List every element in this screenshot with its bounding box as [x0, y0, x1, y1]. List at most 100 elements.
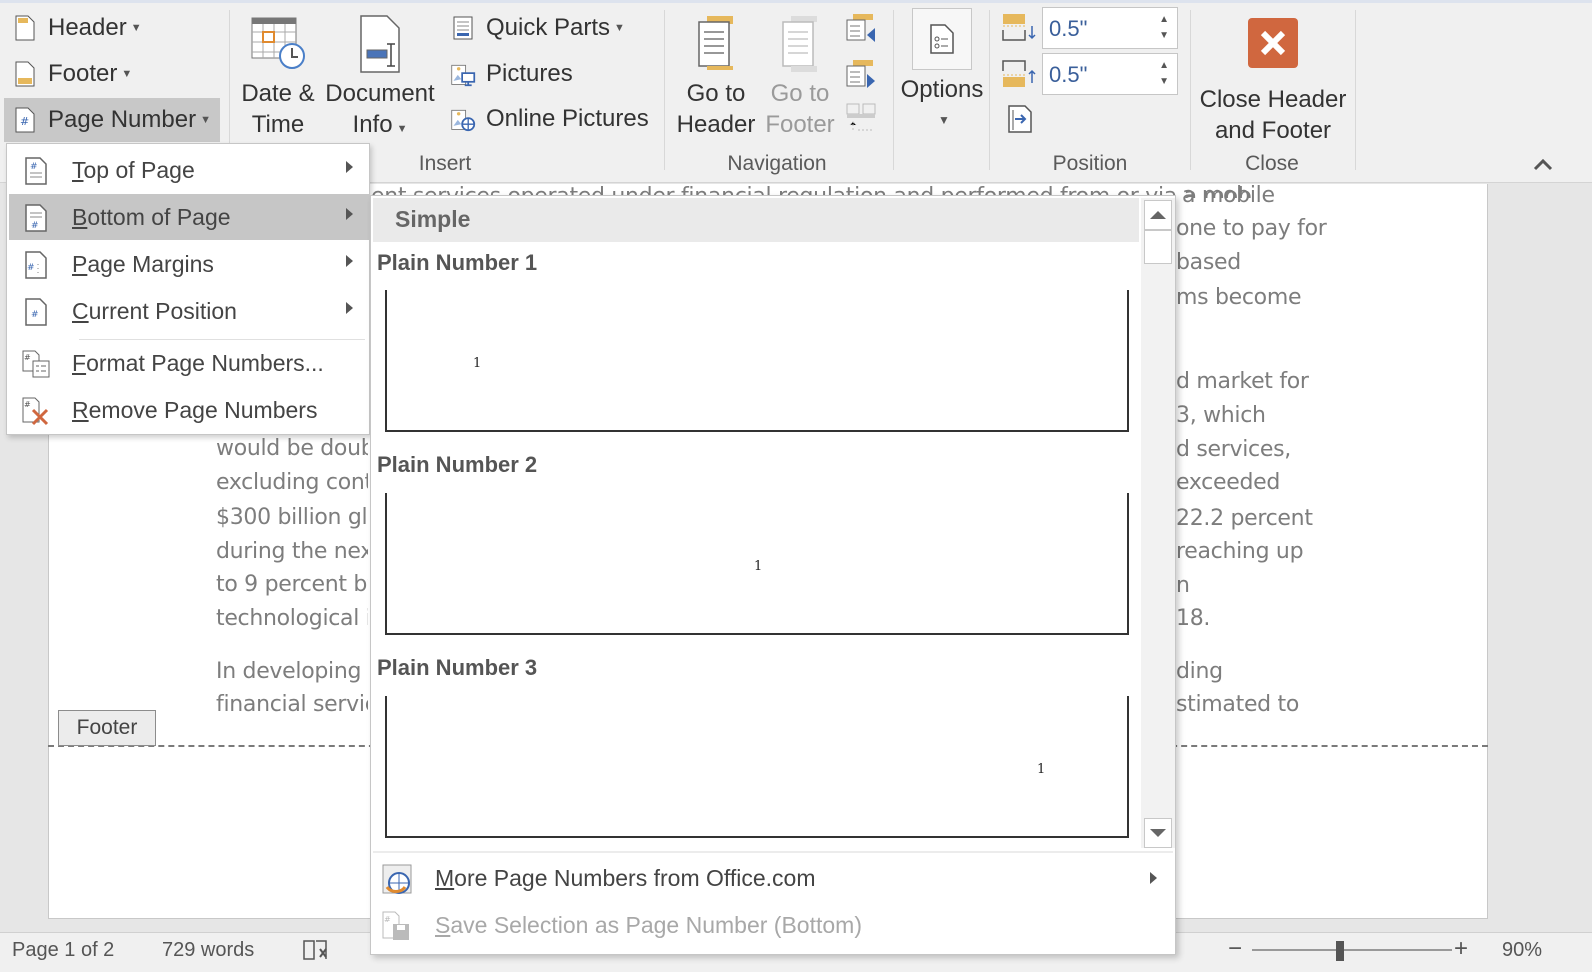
footer-area-tag: Footer	[58, 710, 156, 746]
svg-text:#: #	[20, 115, 29, 128]
footer-from-bottom-input[interactable]: 0.5" ▲ ▼	[1042, 53, 1178, 95]
next-section-button[interactable]	[845, 58, 879, 95]
header-button[interactable]: Header ▼	[4, 9, 150, 47]
more-page-numbers-from-office-button[interactable]: More Page Numbers from Office.com	[373, 855, 1173, 901]
page-number-preview: 1	[1037, 762, 1046, 777]
online-pictures-label: Online Pictures	[486, 105, 649, 132]
go-to-header-label-line1: Go to	[686, 80, 746, 107]
pictures-icon	[450, 60, 476, 88]
gallery-scrollbar[interactable]	[1141, 198, 1175, 848]
close-header-footer-label-line2: and Footer	[1214, 117, 1332, 144]
document-text-line: d market for	[1176, 369, 1309, 394]
document-text-line: 18.	[1176, 606, 1211, 631]
document-text-line: to 9 percent by	[216, 572, 368, 597]
gallery-separator	[373, 851, 1173, 853]
go-to-footer-button[interactable]: Go to Footer	[762, 14, 838, 140]
page-margins-icon: #	[25, 251, 47, 279]
spinner-arrows[interactable]: ▲ ▼	[1159, 58, 1169, 90]
gallery-item-plain-number-2[interactable]: 1	[385, 493, 1129, 635]
zoom-slider-track[interactable]	[1252, 949, 1452, 951]
document-text-line: In developing c	[216, 659, 368, 684]
previous-section-button[interactable]	[845, 12, 879, 49]
header-icon	[12, 14, 38, 42]
go-to-footer-label-line2: Footer	[765, 111, 835, 138]
spinner-arrows[interactable]: ▲ ▼	[1159, 12, 1169, 44]
document-text-line: technological i	[216, 606, 368, 631]
scroll-thumb[interactable]	[1144, 230, 1172, 264]
options-icon-box	[912, 8, 972, 70]
date-time-label-line2: Time	[251, 111, 305, 138]
document-text-line: exceeded	[1176, 470, 1281, 495]
close-header-footer-button[interactable]: Close Header and Footer	[1198, 18, 1348, 146]
link-to-previous-icon	[846, 103, 876, 131]
document-text-line: ms become	[1176, 285, 1302, 310]
gallery-item-plain-number-3[interactable]: 1	[385, 696, 1129, 838]
insert-alignment-tab-icon	[1008, 105, 1032, 133]
menu-item-page-margins[interactable]: # Page Margins	[9, 241, 369, 287]
group-separator	[1355, 10, 1356, 170]
document-info-button[interactable]: Document Info ▼	[324, 14, 436, 145]
insert-alignment-tab-button[interactable]	[1005, 102, 1035, 139]
zoom-in-button[interactable]: +	[1454, 935, 1468, 963]
quick-parts-button[interactable]: Quick Parts ▼	[442, 9, 633, 47]
link-to-previous-button[interactable]	[845, 102, 879, 139]
svg-text:#: #	[30, 162, 38, 172]
bottom-of-page-icon: #	[25, 204, 47, 232]
svg-text:#: #	[27, 263, 35, 273]
gallery-item-plain-number-1[interactable]: 1	[385, 290, 1129, 432]
next-section-icon	[846, 60, 875, 88]
footer-button[interactable]: Footer ▼	[4, 55, 140, 93]
date-time-button[interactable]: Date & Time	[238, 14, 318, 140]
format-page-numbers-icon: #	[22, 350, 50, 378]
gallery-item-title: Plain Number 3	[377, 655, 538, 680]
zoom-level[interactable]: 90%	[1502, 939, 1542, 962]
bottom-of-page-gallery: Simple Plain Number 1 1 Plain Number 2 1…	[370, 195, 1176, 955]
chevron-down-icon: ▼	[121, 68, 133, 80]
menu-item-top-of-page[interactable]: # Top of Page	[9, 147, 369, 193]
header-from-top-input[interactable]: 0.5" ▲ ▼	[1042, 7, 1178, 49]
chevron-down-icon: ▼	[614, 22, 625, 34]
office-online-icon	[382, 864, 412, 894]
document-text-line: during the nex	[216, 539, 368, 564]
save-selection-as-page-number-button[interactable]: # Save Selection as Page Number (Bottom)	[373, 902, 1173, 948]
quick-parts-icon	[450, 14, 476, 42]
footer-icon	[12, 60, 38, 88]
chevron-down-icon: ▼	[938, 113, 950, 127]
save-selection-icon: #	[382, 911, 409, 940]
document-text-line: 22.2 percent	[1176, 506, 1313, 531]
menu-item-current-position[interactable]: # Current Position	[9, 288, 369, 334]
collapse-ribbon-button[interactable]	[1530, 154, 1556, 176]
previous-section-icon	[846, 14, 875, 42]
zoom-slider-thumb[interactable]	[1336, 941, 1344, 961]
document-text-line: reaching up	[1176, 539, 1304, 564]
header-position-icon	[1001, 12, 1041, 51]
header-label: Header	[48, 14, 127, 41]
word-count-status[interactable]: 729 words	[162, 939, 254, 962]
options-icon	[930, 24, 954, 54]
go-to-header-button[interactable]: Go to Header	[676, 14, 756, 140]
page-count-status[interactable]: Page 1 of 2	[12, 939, 114, 962]
page-number-preview: 1	[754, 559, 763, 574]
menu-item-bottom-of-page[interactable]: # Bottom of Page	[9, 194, 369, 240]
options-button[interactable]: Options ▼	[898, 8, 986, 136]
close-header-footer-label-line1: Close Header	[1199, 86, 1347, 113]
menu-item-remove-page-numbers[interactable]: # Remove Page Numbers	[9, 387, 369, 433]
arrow-up-icon	[1150, 211, 1166, 219]
pictures-button[interactable]: Pictures	[442, 55, 581, 93]
menu-item-label: Current Position	[72, 297, 237, 324]
scroll-down-button[interactable]	[1144, 818, 1172, 848]
svg-text:#: #	[31, 310, 39, 320]
scroll-up-button[interactable]	[1144, 200, 1172, 230]
document-text-line: one to pay for	[1176, 216, 1327, 241]
footer-from-bottom-value: 0.5"	[1049, 62, 1088, 87]
menu-item-format-page-numbers[interactable]: # Format Page Numbers...	[9, 340, 369, 386]
proofing-icon[interactable]	[302, 937, 332, 969]
online-pictures-button[interactable]: Online Pictures	[442, 100, 657, 138]
document-text-line: a mobile	[1182, 183, 1275, 208]
group-separator	[989, 10, 990, 170]
chevron-down-icon: ▼	[200, 114, 211, 126]
zoom-out-button[interactable]: −	[1228, 935, 1242, 963]
ribbon-top-accent	[0, 0, 1592, 3]
page-number-button[interactable]: # Page Number ▼	[4, 98, 220, 142]
navigation-group-label: Navigation	[727, 152, 827, 175]
